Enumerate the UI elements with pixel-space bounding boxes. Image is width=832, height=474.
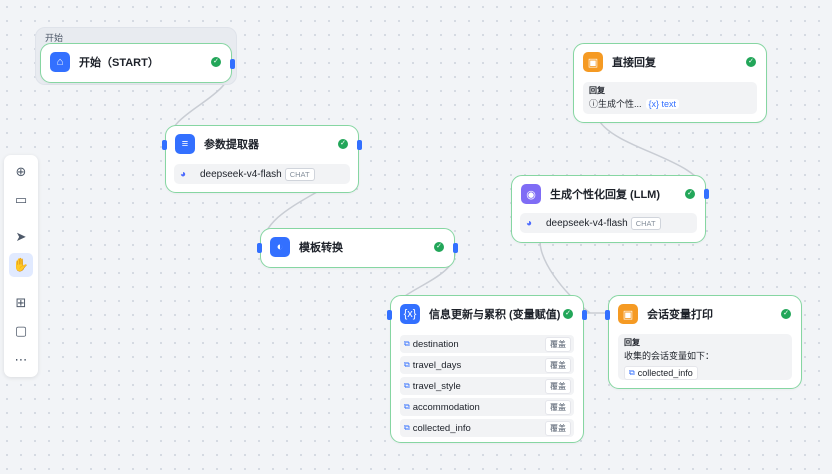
session-print-header: ▣ 会话变量打印 ✓ bbox=[618, 304, 791, 324]
reply-body: ⓘ生成个性... {x} text bbox=[589, 97, 751, 110]
llm-icon: ◉ bbox=[521, 184, 541, 204]
minimap-icon[interactable]: ▢ bbox=[9, 319, 33, 343]
canvas-toolbar: ⊕ ▭ ➤ ✋ ⊞ ▢ ⋯ bbox=[4, 155, 38, 377]
model-selector[interactable]: ◕ deepseek-v4-flash CHAT bbox=[174, 164, 350, 184]
success-check-icon: ✓ bbox=[746, 57, 756, 67]
model-type-tag: CHAT bbox=[284, 167, 315, 181]
variable-icon: ⧉ bbox=[629, 368, 635, 377]
param-extractor-header: ≡ 参数提取器 ✓ bbox=[175, 134, 348, 154]
overwrite-tag: 覆盖 bbox=[545, 378, 571, 394]
hand-icon[interactable]: ✋ bbox=[9, 253, 33, 277]
overwrite-tag: 覆盖 bbox=[545, 420, 571, 436]
variable-row[interactable]: ⧉ travel_style 覆盖 bbox=[400, 377, 574, 395]
direct-reply-header: ▣ 直接回复 ✓ bbox=[583, 52, 756, 72]
model-name: deepseek-v4-flash bbox=[200, 168, 282, 180]
reply-text: ⓘ生成个性... bbox=[589, 99, 642, 109]
llm-node[interactable]: ◉ 生成个性化回复 (LLM) ✓ ◕ deepseek-v4-flash CH… bbox=[511, 175, 709, 243]
variable-icon: ⧉ bbox=[404, 402, 410, 411]
success-check-icon: ✓ bbox=[685, 189, 695, 199]
variable-name: collected_info bbox=[412, 422, 471, 434]
variable-assigner-node[interactable]: {x} 信息更新与累积 (变量赋值) ✓ ⧉ destination 覆盖 ⧉ … bbox=[387, 295, 587, 443]
pointer-icon[interactable]: ➤ bbox=[9, 225, 33, 249]
variable-name: destination bbox=[412, 338, 459, 350]
success-check-icon: ✓ bbox=[563, 309, 573, 319]
template-node[interactable]: ◐ 模板转换 ✓ bbox=[257, 228, 458, 268]
input-port[interactable] bbox=[605, 310, 610, 320]
variable-row[interactable]: ⧉ destination 覆盖 bbox=[400, 335, 574, 353]
reply-label: 回复 bbox=[624, 338, 640, 347]
llm-node-title: 生成个性化回复 (LLM) bbox=[550, 189, 660, 201]
add-node-icon[interactable]: ⊕ bbox=[9, 160, 33, 184]
variable-assigner-title: 信息更新与累积 (变量赋值) bbox=[429, 309, 561, 321]
variable-row[interactable]: ⧉ collected_info 覆盖 bbox=[400, 419, 574, 437]
output-port[interactable] bbox=[453, 243, 458, 253]
start-node-title: 开始（START） bbox=[79, 57, 159, 69]
variable-icon: ⧉ bbox=[404, 360, 410, 369]
param-extractor-node[interactable]: ≡ 参数提取器 ✓ ◕ deepseek-v4-flash CHAT bbox=[162, 125, 362, 193]
variable-icon: ⧉ bbox=[404, 339, 410, 348]
variable-row[interactable]: ⧉ travel_days 覆盖 bbox=[400, 356, 574, 374]
template-node-header: ◐ 模板转换 ✓ bbox=[270, 237, 444, 257]
variable-row[interactable]: ⧉ accommodation 覆盖 bbox=[400, 398, 574, 416]
success-check-icon: ✓ bbox=[781, 309, 791, 319]
input-port[interactable] bbox=[257, 243, 262, 253]
model-type-tag: CHAT bbox=[630, 216, 661, 230]
variable-icon: {x} bbox=[400, 304, 420, 324]
variable-chip: ⧉ collected_info bbox=[624, 366, 698, 380]
reply-label: 回复 bbox=[589, 86, 605, 95]
start-node-header: ⌂ 开始（START） ✓ bbox=[50, 52, 221, 72]
more-icon[interactable]: ⋯ bbox=[9, 348, 33, 372]
reply-content-box: 回复 ⓘ生成个性... {x} text bbox=[583, 82, 757, 114]
template-icon: ◐ bbox=[270, 237, 290, 257]
template-node-title: 模板转换 bbox=[299, 242, 343, 254]
model-name: deepseek-v4-flash bbox=[546, 217, 628, 229]
output-port[interactable] bbox=[582, 310, 587, 320]
reply-text: 收集的会话变量如下： bbox=[624, 351, 715, 361]
direct-reply-title: 直接回复 bbox=[612, 57, 656, 69]
session-print-node[interactable]: ▣ 会话变量打印 ✓ 回复 收集的会话变量如下： ⧉ collected_inf… bbox=[605, 295, 802, 389]
output-port[interactable] bbox=[357, 140, 362, 150]
variable-name: travel_days bbox=[412, 359, 462, 371]
output-port[interactable] bbox=[704, 189, 709, 199]
deepseek-whale-icon: ◕ bbox=[180, 168, 187, 180]
variable-assigner-header: {x} 信息更新与累积 (变量赋值) ✓ bbox=[400, 304, 573, 324]
direct-reply-node[interactable]: ▣ 直接回复 ✓ 回复 ⓘ生成个性... {x} text bbox=[573, 43, 767, 123]
overwrite-tag: 覆盖 bbox=[545, 399, 571, 415]
overwrite-tag: 覆盖 bbox=[545, 336, 571, 352]
model-selector[interactable]: ◕ deepseek-v4-flash CHAT bbox=[520, 213, 697, 233]
variable-icon: ⧉ bbox=[404, 423, 410, 432]
success-check-icon: ✓ bbox=[338, 139, 348, 149]
success-check-icon: ✓ bbox=[434, 242, 444, 252]
session-print-title: 会话变量打印 bbox=[647, 309, 713, 321]
llm-node-header: ◉ 生成个性化回复 (LLM) ✓ bbox=[521, 184, 695, 204]
input-port[interactable] bbox=[387, 310, 392, 320]
variable-icon: ⧉ bbox=[404, 381, 410, 390]
list-icon: ≡ bbox=[175, 134, 195, 154]
variable-chip: {x} text bbox=[645, 98, 680, 109]
home-icon: ⌂ bbox=[50, 52, 70, 72]
reply-icon: ▣ bbox=[583, 52, 603, 72]
variable-name: travel_style bbox=[412, 380, 461, 392]
variable-name: collected_info bbox=[637, 368, 693, 378]
organize-icon[interactable]: ⊞ bbox=[9, 291, 33, 315]
param-extractor-title: 参数提取器 bbox=[204, 139, 259, 151]
add-note-icon[interactable]: ▭ bbox=[9, 188, 33, 212]
deepseek-whale-icon: ◕ bbox=[526, 217, 533, 229]
reply-icon: ▣ bbox=[618, 304, 638, 324]
input-port[interactable] bbox=[162, 140, 167, 150]
start-node[interactable]: ⌂ 开始（START） ✓ bbox=[40, 43, 235, 83]
reply-content-box: 回复 收集的会话变量如下： ⧉ collected_info bbox=[618, 334, 792, 380]
output-port[interactable] bbox=[230, 59, 235, 69]
overwrite-tag: 覆盖 bbox=[545, 357, 571, 373]
variable-name: accommodation bbox=[412, 401, 480, 413]
success-check-icon: ✓ bbox=[211, 57, 221, 67]
